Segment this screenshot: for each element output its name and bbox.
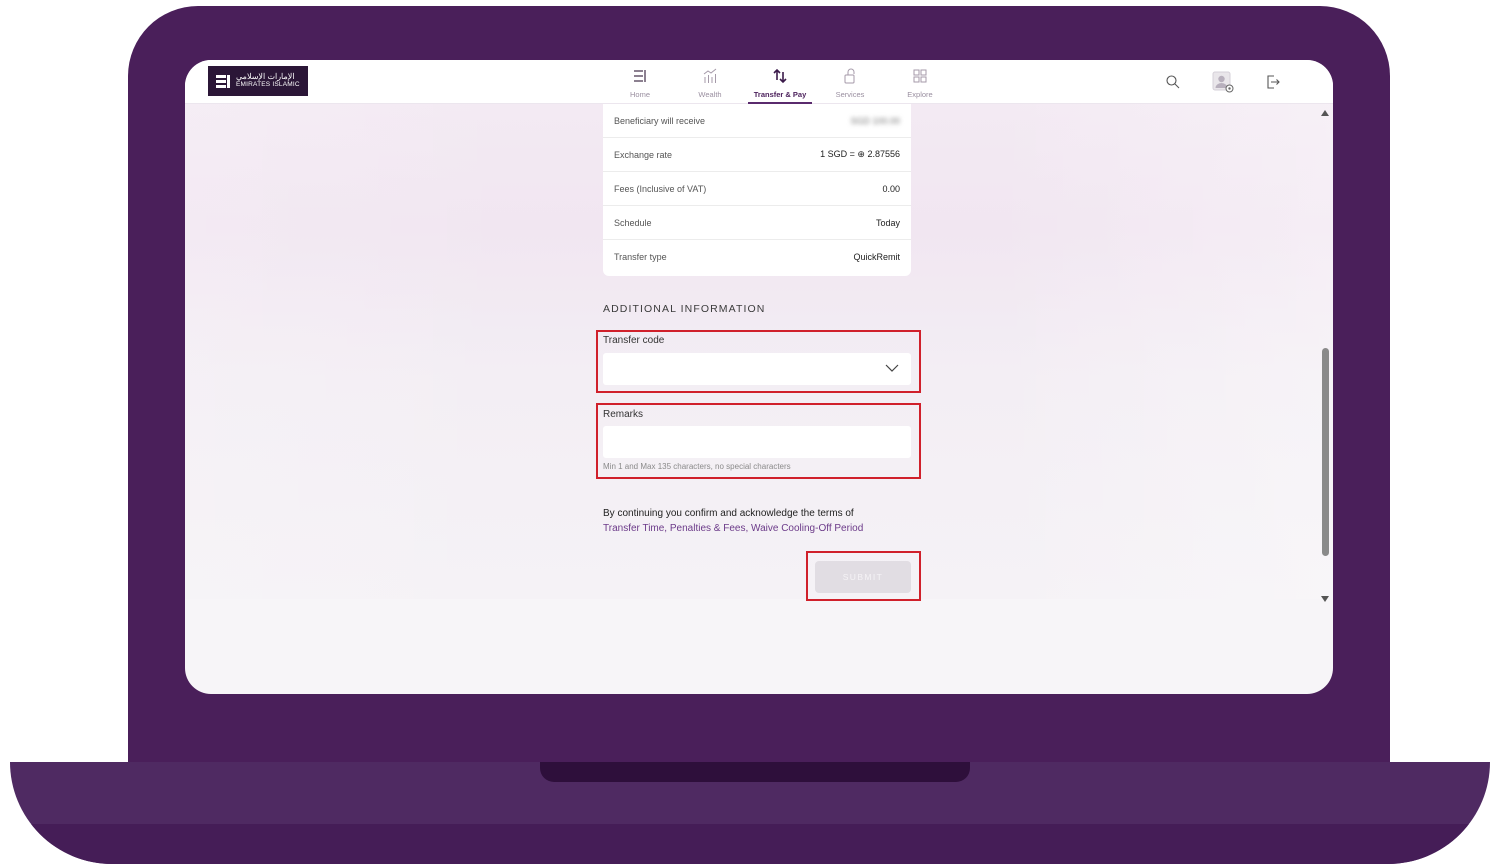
summary-value-blurred: SGD 100.00 xyxy=(850,115,900,126)
terms-statement: By continuing you confirm and acknowledg… xyxy=(603,508,854,519)
transfer-summary-card: Beneficiary will receive SGD 100.00 Exch… xyxy=(603,104,911,276)
main-nav: Home Wealth Transfer & Pay Services Expl… xyxy=(605,60,955,104)
top-bar: الإمارات الإسلامي EMIRATES ISLAMIC Home xyxy=(185,60,1333,104)
scrollbar-thumb[interactable] xyxy=(1322,348,1329,556)
transfer-code-highlight xyxy=(596,330,921,393)
remarks-highlight xyxy=(596,403,921,479)
scroll-down-arrow[interactable] xyxy=(1321,596,1329,602)
nav-services-label: Services xyxy=(835,90,865,99)
logo-english: EMIRATES ISLAMIC xyxy=(236,81,300,88)
summary-value: 1 SGD = ⊕ 2.87556 xyxy=(820,149,900,159)
laptop-base-bottom xyxy=(10,824,1490,864)
summary-key: Schedule xyxy=(614,217,652,228)
transfer-arrows-icon xyxy=(773,68,787,84)
brand-logo[interactable]: الإمارات الإسلامي EMIRATES ISLAMIC xyxy=(208,66,308,96)
nav-home[interactable]: Home xyxy=(605,60,675,104)
summary-row-exchange-rate: Exchange rate 1 SGD = ⊕ 2.87556 xyxy=(603,138,911,172)
additional-info-heading: ADDITIONAL INFORMATION xyxy=(603,303,766,315)
search-button[interactable] xyxy=(1161,70,1185,94)
profile-settings-button[interactable] xyxy=(1211,70,1235,94)
summary-value: QuickRemit xyxy=(853,252,900,262)
logo-mark-icon xyxy=(216,74,230,88)
nav-wealth[interactable]: Wealth xyxy=(675,60,745,104)
laptop-base xyxy=(10,762,1490,864)
app-screen: الإمارات الإسلامي EMIRATES ISLAMIC Home xyxy=(185,60,1333,694)
search-icon xyxy=(1166,75,1180,89)
summary-key: Exchange rate xyxy=(614,149,673,160)
nav-services[interactable]: Services xyxy=(815,60,885,104)
explore-grid-icon xyxy=(913,69,927,83)
services-icon xyxy=(844,68,855,84)
logout-icon xyxy=(1267,75,1280,89)
summary-value: Today xyxy=(875,217,900,228)
scroll-up-arrow[interactable] xyxy=(1321,110,1329,116)
wealth-chart-icon xyxy=(703,68,717,83)
nav-transfer-pay-label: Transfer & Pay xyxy=(753,90,807,99)
nav-explore[interactable]: Explore xyxy=(885,60,955,104)
nav-wealth-label: Wealth xyxy=(698,90,722,99)
summary-row-transfer-type: Transfer type QuickRemit xyxy=(603,240,911,274)
summary-key: Transfer type xyxy=(614,252,667,262)
logout-button[interactable] xyxy=(1261,70,1285,94)
summary-key: Beneficiary will receive xyxy=(614,115,706,126)
summary-row-schedule: Schedule Today xyxy=(603,206,911,240)
nav-home-label: Home xyxy=(629,90,650,99)
submit-highlight xyxy=(806,551,921,601)
terms-text: By continuing you confirm and acknowledg… xyxy=(603,506,923,536)
terms-links[interactable]: Transfer Time, Penalties & Fees, Waive C… xyxy=(603,523,863,534)
summary-value: 0.00 xyxy=(882,183,900,194)
home-menu-icon xyxy=(634,70,646,82)
top-actions xyxy=(1161,70,1285,94)
logo-arabic: الإمارات الإسلامي xyxy=(236,72,295,81)
logo-text: الإمارات الإسلامي EMIRATES ISLAMIC xyxy=(236,73,300,89)
summary-row-fees: Fees (Inclusive of VAT) 0.00 xyxy=(603,172,911,206)
summary-row-beneficiary-receives: Beneficiary will receive SGD 100.00 xyxy=(603,104,911,138)
laptop-notch xyxy=(540,762,970,782)
nav-transfer-pay[interactable]: Transfer & Pay xyxy=(745,60,815,104)
summary-key: Fees (Inclusive of VAT) xyxy=(614,183,707,194)
nav-explore-label: Explore xyxy=(907,90,933,99)
profile-settings-icon xyxy=(1212,71,1234,93)
